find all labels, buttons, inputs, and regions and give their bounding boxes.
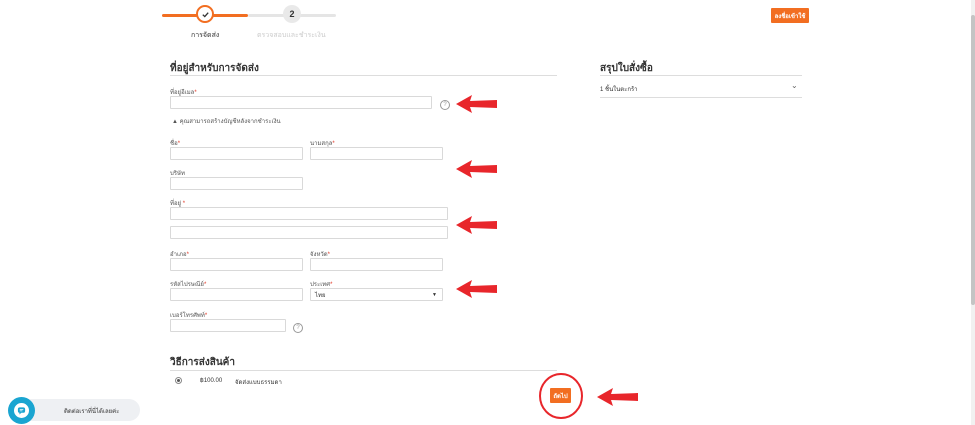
- highlight-circle: [539, 373, 583, 419]
- annotation-arrow-email: [456, 95, 497, 113]
- cart-chevron-icon[interactable]: ⌄: [791, 81, 798, 90]
- form-title-divider: [170, 75, 557, 76]
- email-input[interactable]: [170, 96, 432, 109]
- cart-count[interactable]: 1 ชิ้นในตะกร้า: [600, 84, 638, 94]
- province-input[interactable]: [310, 258, 443, 271]
- caret-up-icon: ▲: [172, 119, 178, 125]
- annotation-arrow-country: [456, 280, 497, 298]
- chat-icon: [14, 403, 29, 418]
- lastname-input[interactable]: [310, 147, 443, 160]
- step-2-circle: 2: [283, 5, 301, 23]
- chat-button[interactable]: [8, 397, 35, 424]
- order-summary-title: สรุปใบสั่งซื้อ: [600, 63, 653, 74]
- chat-label[interactable]: ติดต่อเราที่นี่ได้เลยค่ะ: [64, 406, 119, 416]
- summary-cart-divider: [600, 97, 802, 98]
- shipping-price: ฿100.00: [200, 378, 223, 384]
- account-note: ▲ คุณสามารถสร้างบัญชีหลังจากชำระเงิน: [172, 119, 281, 125]
- country-select-value: ไทย: [315, 292, 326, 299]
- step-2-number: 2: [289, 9, 295, 19]
- step-1-circle: [196, 5, 214, 23]
- summary-title-divider: [600, 75, 802, 76]
- scrollbar-thumb[interactable]: [971, 15, 975, 305]
- shipping-address-title: ที่อยู่สำหรับการจัดส่ง: [170, 63, 259, 74]
- shipping-method-radio[interactable]: [175, 377, 182, 384]
- company-input[interactable]: [170, 177, 303, 190]
- shipping-method-name: จัดส่งแบบธรรมดา: [235, 380, 282, 386]
- annotation-arrow-next: [597, 388, 638, 406]
- phone-input[interactable]: [170, 319, 286, 332]
- postcode-input[interactable]: [170, 288, 303, 301]
- check-icon: [201, 11, 209, 18]
- shipping-method-title: วิธีการส่งสินค้า: [170, 357, 235, 368]
- email-help-icon[interactable]: ?: [440, 100, 450, 110]
- firstname-input[interactable]: [170, 147, 303, 160]
- signin-button[interactable]: ลงชื่อเข้าใช้: [771, 8, 809, 23]
- address-line-1-input[interactable]: [170, 207, 448, 220]
- country-select[interactable]: ไทย ▼: [310, 288, 443, 301]
- address-line-2-input[interactable]: [170, 226, 448, 239]
- district-input[interactable]: [170, 258, 303, 271]
- chevron-down-icon: ▼: [432, 291, 437, 298]
- annotation-arrow-name: [456, 160, 497, 178]
- annotation-arrow-address: [456, 216, 497, 234]
- phone-help-icon[interactable]: ?: [293, 323, 303, 333]
- shipping-method-divider: [170, 370, 557, 371]
- step-2-label: ตรวจสอบและชำระเงิน: [257, 32, 326, 39]
- radio-dot: [177, 379, 180, 382]
- step-1-label: การจัดส่ง: [191, 32, 220, 39]
